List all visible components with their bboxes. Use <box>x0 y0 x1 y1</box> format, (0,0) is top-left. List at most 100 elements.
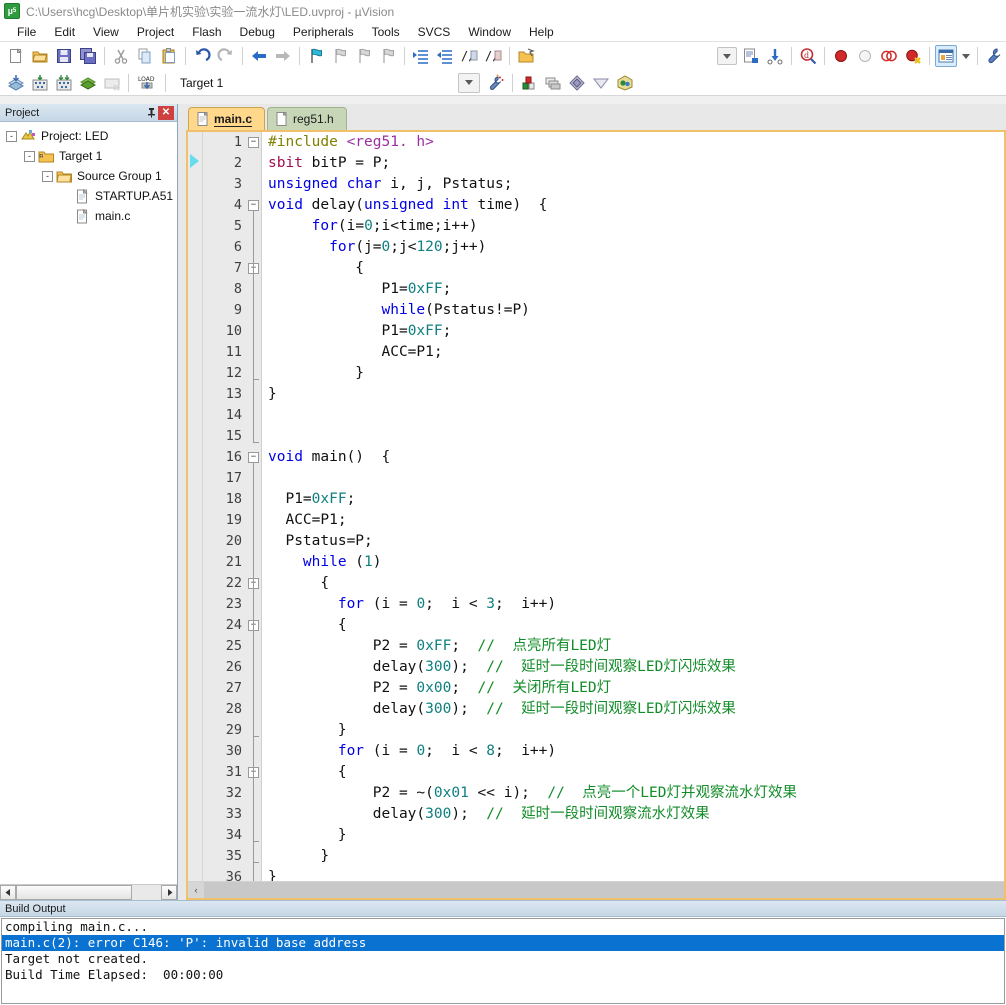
tree-expander-icon[interactable]: - <box>24 150 35 162</box>
menu-item-help[interactable]: Help <box>520 23 563 41</box>
scroll-right-arrow-icon[interactable] <box>161 885 177 900</box>
editor-content[interactable]: 1 2 3 4 5 6 7 8 9 10 11 12 13 14 15 16 17 18 19 20 21 22 23 24 2… <box>188 132 1004 881</box>
bookmark-prev-icon[interactable] <box>329 45 351 67</box>
code-line[interactable]: unsigned char i, j, Pstatus; <box>268 174 1004 195</box>
code-line[interactable]: { <box>268 573 1004 594</box>
menu-item-project[interactable]: Project <box>128 23 183 41</box>
code-line[interactable]: void main() { <box>268 447 1004 468</box>
code-line[interactable]: P1=0xFF; <box>268 321 1004 342</box>
build-output-line[interactable]: Target not created. <box>2 951 1004 967</box>
code-line[interactable]: sbit bitP = P; <box>268 153 1004 174</box>
code-line[interactable]: for (i = 0; i < 3; i++) <box>268 594 1004 615</box>
code-line[interactable]: } <box>268 363 1004 384</box>
code-line[interactable]: while(Pstatus!=P) <box>268 300 1004 321</box>
project-window-icon[interactable] <box>935 45 957 67</box>
save-all-icon[interactable] <box>77 45 99 67</box>
code-line[interactable]: } <box>268 384 1004 405</box>
code-line[interactable]: delay(300); // 延时一段时间观察LED灯闪烁效果 <box>268 657 1004 678</box>
editor-tab-reg51-h[interactable]: reg51.h <box>267 107 347 130</box>
open-folder-icon[interactable] <box>515 45 537 67</box>
code-line[interactable] <box>268 468 1004 489</box>
rebuild-all-icon[interactable] <box>53 72 75 94</box>
code-line[interactable]: } <box>268 846 1004 867</box>
pin-icon[interactable] <box>144 106 158 120</box>
build-target-icon[interactable] <box>29 72 51 94</box>
batch-build-icon[interactable] <box>77 72 99 94</box>
fold-toggle-icon[interactable]: − <box>248 137 259 148</box>
editor-tab-main-c[interactable]: main.c <box>188 107 266 130</box>
code-line[interactable]: for(j=0;j<120;j++) <box>268 237 1004 258</box>
insert-binary-icon[interactable] <box>764 45 786 67</box>
scrollbar-track[interactable] <box>204 882 1004 898</box>
manage-multi-project-icon[interactable] <box>542 72 564 94</box>
code-line[interactable]: P1=0xFF; <box>268 279 1004 300</box>
menu-item-window[interactable]: Window <box>459 23 520 41</box>
target-selector[interactable]: Target 1 <box>176 73 316 93</box>
bookmark-toggle-icon[interactable] <box>305 45 327 67</box>
target-options-icon[interactable] <box>485 72 507 94</box>
code-line[interactable]: delay(300); // 延时一段时间观察LED灯闪烁效果 <box>268 699 1004 720</box>
code-line[interactable]: ACC=P1; <box>268 510 1004 531</box>
menu-item-edit[interactable]: Edit <box>45 23 84 41</box>
scroll-left-arrow-icon[interactable] <box>0 885 16 900</box>
new-file-icon[interactable] <box>5 45 27 67</box>
code-line[interactable]: } <box>268 720 1004 741</box>
project-window-dropdown-icon[interactable] <box>959 45 972 67</box>
tree-item[interactable]: - Target 1 <box>0 146 177 166</box>
navigate-back-icon[interactable] <box>248 45 270 67</box>
code-line[interactable]: { <box>268 762 1004 783</box>
menu-item-file[interactable]: File <box>8 23 45 41</box>
scrollbar-thumb[interactable] <box>16 885 132 900</box>
menu-item-tools[interactable]: Tools <box>363 23 409 41</box>
manage-components-icon[interactable] <box>518 72 540 94</box>
code-line[interactable] <box>268 426 1004 447</box>
copy-icon[interactable] <box>134 45 156 67</box>
close-icon[interactable]: ✕ <box>158 105 174 120</box>
menu-item-flash[interactable]: Flash <box>183 23 230 41</box>
menu-item-view[interactable]: View <box>84 23 128 41</box>
code-line[interactable]: P2 = ~(0x01 << i); // 点亮一个LED灯并观察流水灯效果 <box>268 783 1004 804</box>
tree-item[interactable]: - Project: LED <box>0 126 177 146</box>
configure-target-icon[interactable] <box>983 45 1005 67</box>
tree-item[interactable]: - Source Group 1 <box>0 166 177 186</box>
pack-manager-icon[interactable] <box>590 72 612 94</box>
tree-item[interactable]: STARTUP.A51 <box>0 186 177 206</box>
build-output-log[interactable]: compiling main.c... main.c(2): error C146… <box>1 918 1005 1004</box>
download-to-flash-icon[interactable]: LOAD <box>134 72 160 94</box>
code-line[interactable]: { <box>268 258 1004 279</box>
build-output-line[interactable]: compiling main.c... <box>2 919 1004 935</box>
indent-decrease-icon[interactable] <box>434 45 456 67</box>
events-viewer-icon[interactable] <box>614 72 636 94</box>
fold-toggle-icon[interactable]: − <box>248 452 259 463</box>
paste-icon[interactable] <box>158 45 180 67</box>
tree-expander-icon[interactable]: - <box>6 130 17 142</box>
configure-icon[interactable] <box>740 45 762 67</box>
code-line[interactable]: P2 = 0x00; // 关闭所有LED灯 <box>268 678 1004 699</box>
editor-bookmark-column[interactable] <box>188 132 203 881</box>
code-line[interactable]: void delay(unsigned int time) { <box>268 195 1004 216</box>
disable-breakpoint-icon[interactable] <box>854 45 876 67</box>
menu-item-peripherals[interactable]: Peripherals <box>284 23 363 41</box>
code-line[interactable]: delay(300); // 延时一段时间观察流水灯效果 <box>268 804 1004 825</box>
editor-fold-column[interactable]: −−−−−−− <box>245 132 262 881</box>
cut-icon[interactable] <box>110 45 132 67</box>
pack-installer-icon[interactable] <box>566 72 588 94</box>
navigate-forward-icon[interactable] <box>272 45 294 67</box>
open-file-icon[interactable] <box>29 45 51 67</box>
menu-item-svcs[interactable]: SVCS <box>409 23 460 41</box>
scrollbar-track[interactable] <box>16 885 161 900</box>
bookmark-clear-icon[interactable] <box>377 45 399 67</box>
target-dropdown-arrow-icon[interactable] <box>458 72 480 93</box>
code-line[interactable]: while (1) <box>268 552 1004 573</box>
bookmark-next-icon[interactable] <box>353 45 375 67</box>
uncomment-lines-icon[interactable]: // <box>482 45 504 67</box>
code-line[interactable]: P2 = 0xFF; // 点亮所有LED灯 <box>268 636 1004 657</box>
code-line[interactable]: } <box>268 867 1004 881</box>
redo-icon[interactable] <box>215 45 237 67</box>
disable-all-breakpoints-icon[interactable] <box>902 45 924 67</box>
tree-item[interactable]: main.c <box>0 206 177 226</box>
fold-toggle-icon[interactable]: − <box>248 200 259 211</box>
tree-expander-icon[interactable]: - <box>42 170 53 182</box>
translate-file-icon[interactable] <box>5 72 27 94</box>
code-line[interactable]: } <box>268 825 1004 846</box>
